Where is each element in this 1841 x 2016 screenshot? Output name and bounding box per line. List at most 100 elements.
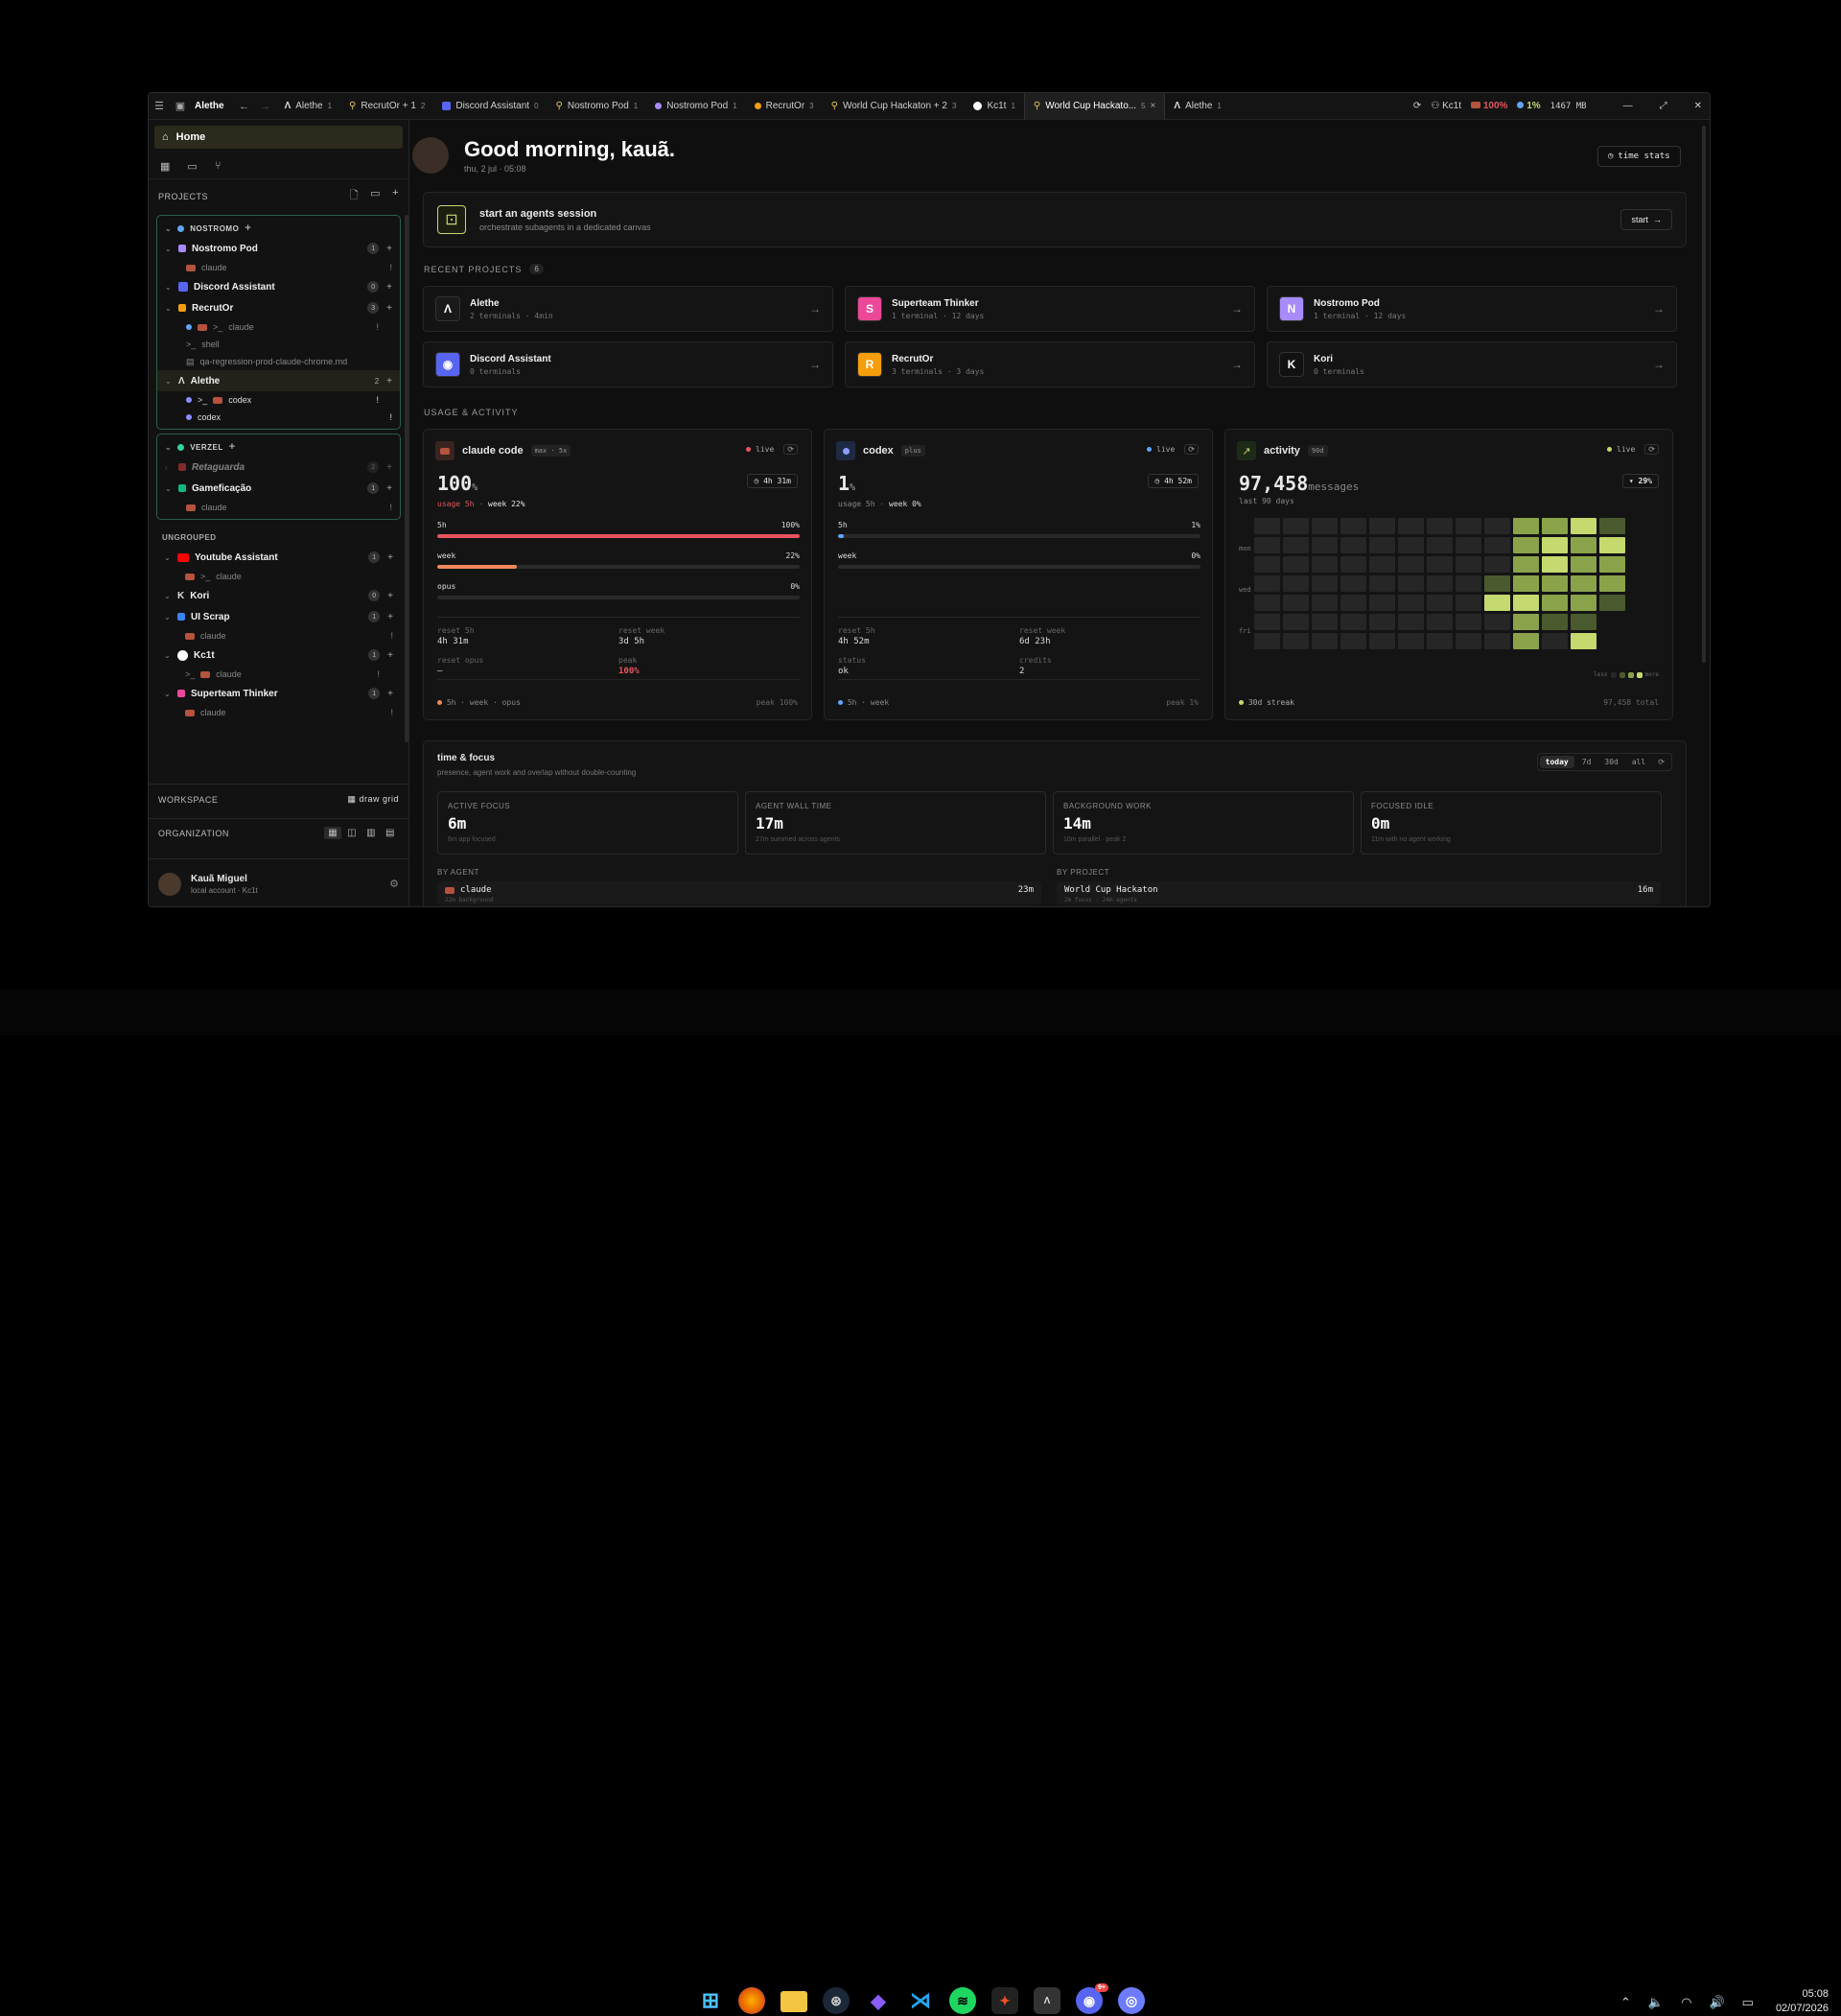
add-icon[interactable]: + (229, 441, 236, 453)
add-icon[interactable]: + (387, 591, 393, 601)
layout-grid-icon[interactable]: ▦ (324, 827, 342, 839)
add-icon[interactable]: + (386, 483, 392, 494)
recent-project-card[interactable]: N Nostromo Pod 1 terminal · 12 days → (1267, 286, 1677, 332)
project-recrutor[interactable]: ⌄ RecrutOr 3 + (157, 297, 400, 318)
project-alethe[interactable]: ⌄ Λ Alethe 2 + (157, 370, 400, 391)
menu-icon[interactable]: ☰ (149, 100, 170, 112)
project-row[interactable]: World Cup Hackaton 2m focus · 24m agents… (1057, 881, 1661, 904)
refresh-icon[interactable]: ⟳ (1413, 101, 1421, 111)
codex-usage-chip[interactable]: 1% (1517, 101, 1541, 111)
session-item[interactable]: >_ shell (157, 336, 400, 353)
project-discord-assistant[interactable]: ⌄ Discord Assistant 0 + (157, 276, 400, 297)
firefox-icon[interactable] (738, 1987, 765, 2014)
session-item[interactable]: >_ codex! (157, 391, 400, 409)
range-all[interactable]: all (1626, 756, 1651, 768)
close-icon[interactable]: ✕ (1694, 101, 1702, 111)
layout-table-icon[interactable]: ▤ (382, 827, 399, 839)
sidebar-toggle-icon[interactable]: ▣ (170, 100, 191, 112)
recent-project-card[interactable]: R RecrutOr 3 terminals · 3 days → (845, 341, 1255, 387)
battery-icon[interactable]: ▭ (1742, 1995, 1754, 2010)
tab-close-icon[interactable]: × (1151, 101, 1156, 111)
session-item[interactable]: >_ claude (156, 568, 401, 585)
steam-icon[interactable]: ⊛ (823, 1987, 850, 2014)
session-item[interactable]: claude! (157, 499, 400, 516)
tab-6[interactable]: ⚲ World Cup Hackaton + 2 3 (823, 93, 966, 120)
tab-8[interactable]: ⚲ World Cup Hackato... 5 × (1023, 93, 1166, 120)
tab-3[interactable]: ⚲ Nostromo Pod 1 (548, 93, 647, 120)
tab-5[interactable]: RecrutOr 3 (746, 93, 823, 120)
agent-row[interactable]: claude 22m background 23m (437, 881, 1041, 904)
range-7d[interactable]: 7d (1576, 756, 1597, 768)
add-icon[interactable]: + (387, 650, 393, 661)
grid-view-icon[interactable]: ▦ (160, 160, 170, 173)
project-youtube-assistant[interactable]: ⌄ Youtube Assistant 1 + (156, 547, 401, 568)
recent-project-card[interactable]: Λ Alethe 2 terminals · 4min → (423, 286, 833, 332)
project-retaguarda[interactable]: › Retaguarda 2 + (157, 457, 400, 478)
scrollbar[interactable] (405, 215, 408, 742)
new-folder-icon[interactable]: ▭ (370, 187, 381, 205)
add-icon[interactable]: + (386, 376, 392, 387)
forward-arrow-icon[interactable]: → (255, 101, 276, 112)
session-item[interactable]: codex! (157, 409, 400, 426)
layout-split-icon[interactable]: ◫ (343, 827, 361, 839)
branch-view-icon[interactable]: ⑂ (215, 160, 221, 173)
file-explorer-icon[interactable] (781, 1991, 807, 2012)
windows-start-icon[interactable]: ⊞ (697, 1987, 724, 2014)
file-item[interactable]: ▤ qa-regression-prod-claude-chrome.md (157, 353, 400, 370)
spotify-icon[interactable]: ≋ (949, 1987, 976, 2014)
session-item[interactable]: >_ claude! (157, 318, 400, 336)
discord-icon[interactable]: ◉ 9+ (1076, 1983, 1108, 2014)
settings-gear-icon[interactable]: ⚙ (389, 878, 399, 890)
chevron-up-icon[interactable]: ⌃ (1620, 1995, 1631, 2010)
group-header-nostromo[interactable]: ⌄ NOSTROMO + (157, 219, 400, 238)
recent-project-card[interactable]: ◉ Discord Assistant 0 terminals → (423, 341, 833, 387)
minimize-icon[interactable]: — (1623, 101, 1633, 111)
project-superteam-thinker[interactable]: ⌄ Superteam Thinker 1 + (156, 683, 401, 704)
recent-project-card[interactable]: S Superteam Thinker 1 terminal · 12 days → (845, 286, 1255, 332)
add-icon[interactable]: + (387, 612, 393, 622)
tab-9[interactable]: Λ Alethe 1 (1165, 93, 1229, 120)
tab-4[interactable]: Nostromo Pod 1 (646, 93, 745, 120)
add-project-icon[interactable]: + (392, 187, 399, 205)
session-item[interactable]: claude! (156, 704, 401, 721)
session-item[interactable]: claude! (157, 259, 400, 276)
folder-view-icon[interactable]: ▭ (187, 160, 197, 173)
project-ui-scrap[interactable]: ⌄ UI Scrap 1 + (156, 606, 401, 627)
session-item[interactable]: claude! (156, 627, 401, 645)
project-kori[interactable]: ⌄ K Kori 0 + (156, 585, 401, 606)
refresh-icon[interactable]: ⟳ (1653, 756, 1669, 768)
scrollbar[interactable] (1702, 126, 1706, 663)
user-profile[interactable]: Kauã Miguel local account · Kc1t ⚙ (149, 858, 408, 906)
group-header-verzel[interactable]: ⌄ VERZEL + (157, 437, 400, 457)
obsidian-icon[interactable]: ◆ (865, 1987, 892, 2014)
range-30d[interactable]: 30d (1598, 756, 1623, 768)
volume-icon[interactable]: 🔊 (1709, 1995, 1724, 2010)
claude-usage-chip[interactable]: 100% (1471, 101, 1507, 111)
add-icon[interactable]: + (386, 303, 392, 314)
layout-columns-icon[interactable]: ▥ (362, 827, 380, 839)
draw-grid-button[interactable]: ▦ draw grid (347, 794, 399, 805)
time-stats-button[interactable]: ◷ time stats (1597, 146, 1681, 167)
session-item[interactable]: >_ claude! (156, 666, 401, 683)
range-today[interactable]: today (1539, 756, 1574, 768)
add-icon[interactable]: + (386, 462, 392, 473)
add-icon[interactable]: + (245, 223, 251, 234)
recent-project-card[interactable]: K Kori 0 terminals → (1267, 341, 1677, 387)
speaker-icon[interactable]: 🔈 (1648, 1995, 1664, 2010)
add-icon[interactable]: + (387, 552, 393, 563)
alethe-app-icon[interactable]: Λ (1034, 1987, 1060, 2014)
tab-7[interactable]: Kc1t 1 (965, 93, 1023, 120)
clock[interactable]: 05:08 02/07/2026 (1761, 1987, 1829, 2016)
wifi-icon[interactable]: ◠ (1681, 1995, 1691, 2010)
figma-icon[interactable]: ✦ (991, 1987, 1018, 2014)
project-nostromo-pod[interactable]: ⌄ Nostromo Pod 1 + (157, 238, 400, 259)
sidebar-home[interactable]: ⌂ Home (154, 126, 403, 149)
new-file-icon[interactable]: 🗋 (350, 187, 359, 205)
refresh-icon[interactable]: ⟳ (783, 444, 798, 455)
chat-app-icon[interactable]: ◎ (1118, 1987, 1145, 2014)
refresh-icon[interactable]: ⟳ (1644, 444, 1659, 455)
tab-2[interactable]: Discord Assistant 0 (433, 93, 547, 120)
tab-0[interactable]: Λ Alethe 1 (276, 93, 340, 120)
refresh-icon[interactable]: ⟳ (1184, 444, 1199, 455)
start-button[interactable]: start → (1620, 209, 1672, 230)
